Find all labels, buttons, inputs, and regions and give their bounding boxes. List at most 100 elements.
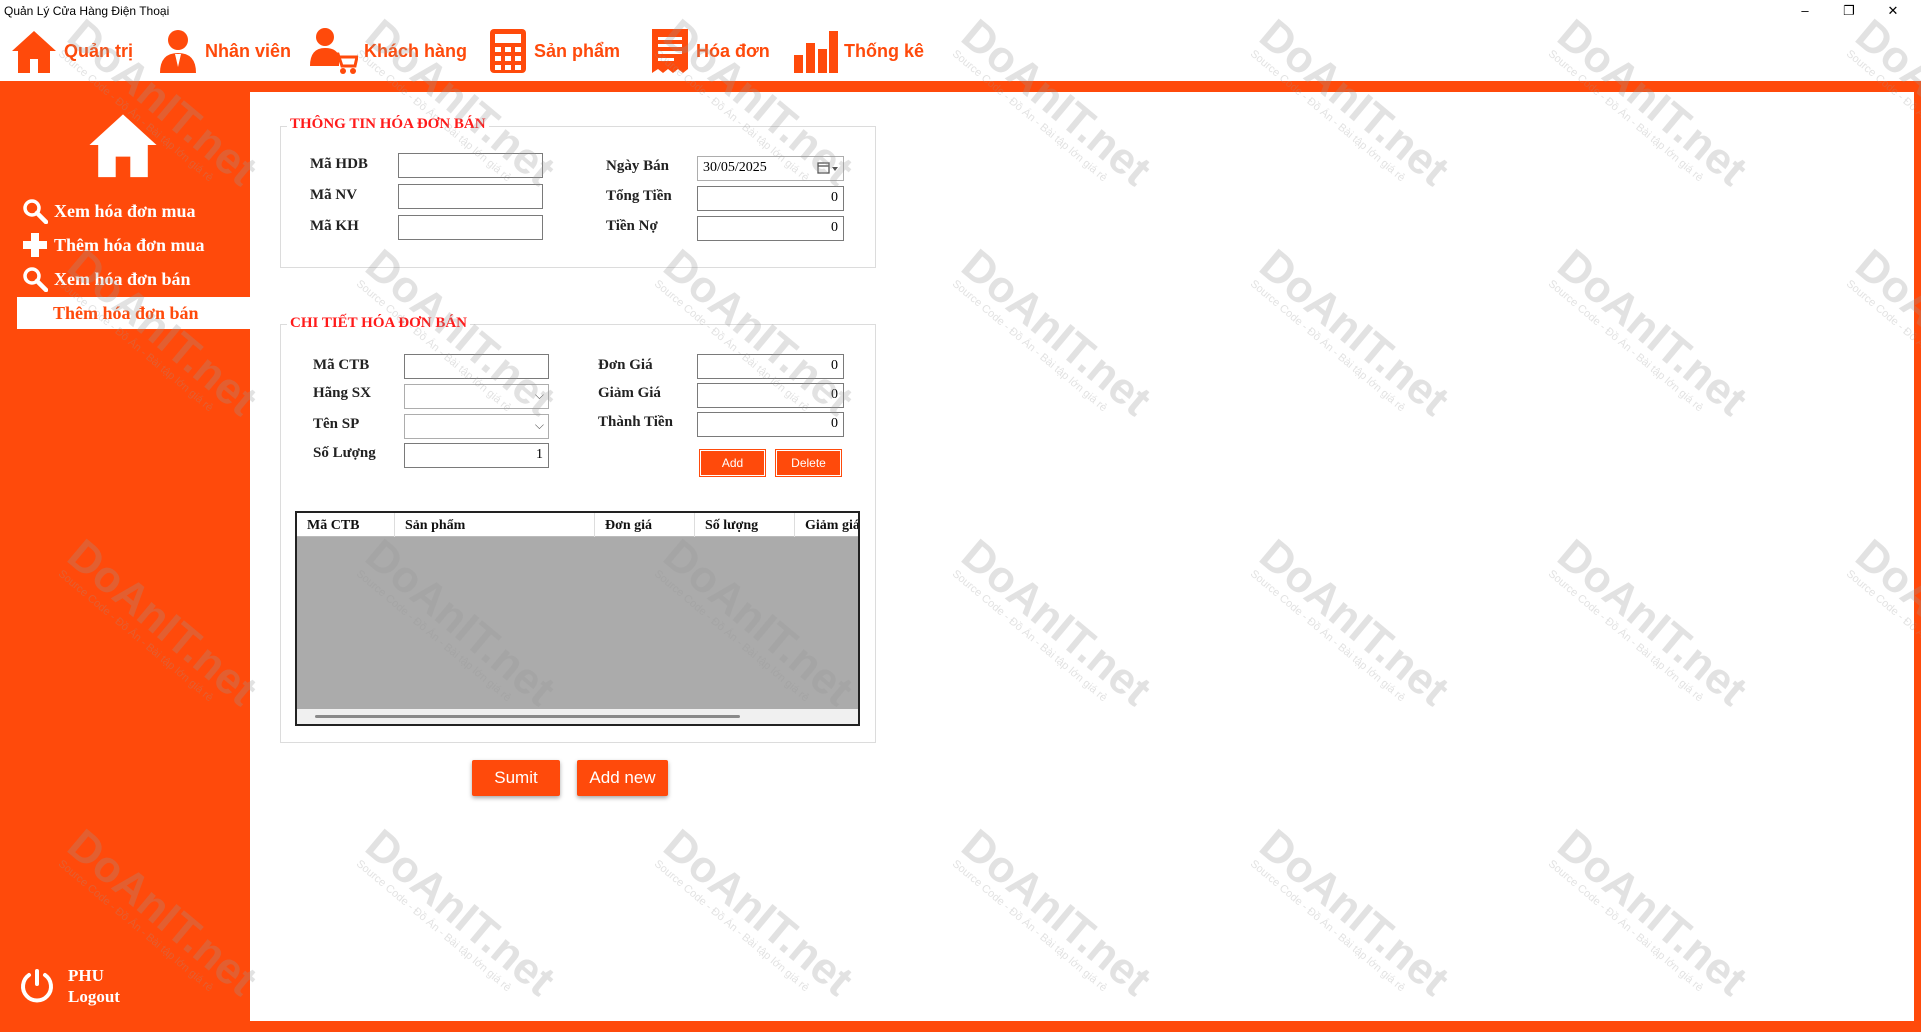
ngay-ban-datepicker[interactable]: 30/05/2025 bbox=[697, 156, 844, 181]
top-menu: Quản trị Nhân viên Khách hàng Sản phẩm H… bbox=[0, 22, 1921, 81]
menu-label: Quản trị bbox=[64, 40, 134, 61]
search-icon bbox=[23, 267, 48, 292]
delete-button[interactable]: Delete bbox=[776, 450, 841, 476]
grid-column-header[interactable]: Giảm giá bbox=[795, 513, 858, 537]
thanh-tien-field[interactable]: 0 bbox=[697, 412, 844, 437]
person-icon bbox=[160, 30, 196, 73]
calendar-dropdown-icon[interactable] bbox=[817, 162, 839, 175]
sidebar-item-label: Xem hóa đơn mua bbox=[54, 200, 196, 221]
ten-sp-label: Tên SP bbox=[313, 416, 360, 432]
chevron-down-icon: ⌵ bbox=[534, 418, 544, 432]
tien-no-label: Tiền Nợ bbox=[606, 218, 658, 234]
watermark-text: DoAnIT.net bbox=[952, 240, 1161, 426]
watermark: DoAnIT.netSource Code - Đồ Án - Bài tập … bbox=[1841, 240, 1921, 432]
giam-gia-field[interactable]: 0 bbox=[697, 383, 844, 408]
ma-hdb-field[interactable] bbox=[398, 153, 543, 178]
sidebar-item-xem-hoa-don-ban[interactable]: Xem hóa đơn bán bbox=[0, 263, 250, 295]
watermark-text: DoAnIT.net bbox=[1548, 240, 1757, 426]
customer-cart-icon bbox=[310, 28, 358, 74]
chevron-down-icon: ⌵ bbox=[534, 388, 544, 402]
sidebar-item-them-hoa-don-ban[interactable]: Thêm hóa đơn bán bbox=[17, 297, 250, 329]
menu-hoa-don[interactable]: Hóa đơn bbox=[650, 26, 770, 76]
window-title: Quản Lý Cửa Hàng Điện Thoại bbox=[4, 4, 170, 18]
watermark-subtext: Source Code - Đồ Án - Bài tập lớn giá rẻ bbox=[1247, 567, 1408, 705]
grid-horizontal-scrollbar[interactable] bbox=[297, 709, 858, 724]
sidebar-item-label: Xem hóa đơn bán bbox=[54, 268, 191, 289]
ma-ctb-field[interactable] bbox=[404, 354, 549, 379]
grid-body bbox=[297, 537, 858, 709]
grid-column-header[interactable]: Số lượng bbox=[695, 513, 795, 537]
grid-column-header[interactable]: Đơn giá bbox=[595, 513, 695, 537]
scrollbar-thumb[interactable] bbox=[315, 715, 740, 718]
logout-label: Logout bbox=[68, 987, 120, 1006]
logout-button[interactable]: PHU Logout bbox=[18, 965, 120, 1007]
sidebar-item-xem-hoa-don-mua[interactable]: Xem hóa đơn mua bbox=[0, 195, 250, 227]
menu-khach-hang[interactable]: Khách hàng bbox=[308, 26, 467, 76]
title-bar: Quản Lý Cửa Hàng Điện Thoại – ❐ ✕ bbox=[0, 0, 1921, 22]
plus-icon bbox=[23, 233, 47, 257]
watermark-subtext: Source Code - Đồ Án - Bài tập lớn giá rẻ bbox=[1545, 857, 1706, 995]
menu-label: Nhân viên bbox=[205, 40, 292, 61]
maximize-button[interactable]: ❐ bbox=[1834, 2, 1864, 20]
add-button[interactable]: Add bbox=[700, 450, 765, 476]
watermark-text: DoAnIT.net bbox=[1548, 820, 1757, 1006]
menu-san-pham[interactable]: Sản phẩm bbox=[488, 26, 620, 76]
minimize-button[interactable]: – bbox=[1790, 2, 1820, 20]
accent-border-right bbox=[1914, 92, 1921, 1032]
watermark: DoAnIT.netSource Code - Đồ Án - Bài tập … bbox=[947, 820, 1160, 1012]
ma-nv-field[interactable] bbox=[398, 184, 543, 209]
accent-border-bottom bbox=[250, 1021, 1921, 1032]
menu-quan-tri[interactable]: Quản trị bbox=[10, 26, 133, 76]
menu-label: Hóa đơn bbox=[696, 40, 770, 61]
watermark-subtext: Source Code - Đồ Án - Bài tập lớn giá rẻ bbox=[1545, 277, 1706, 415]
hang-sx-select[interactable]: ⌵ bbox=[404, 384, 549, 409]
hang-sx-label: Hãng SX bbox=[313, 385, 371, 401]
ma-nv-label: Mã NV bbox=[310, 187, 358, 203]
grid-column-header[interactable]: Mã CTB bbox=[297, 513, 395, 537]
calculator-icon bbox=[490, 29, 526, 73]
power-icon bbox=[21, 969, 53, 1003]
menu-label: Thống kê bbox=[844, 40, 924, 61]
so-luong-label: Số Lượng bbox=[313, 445, 376, 461]
watermark-subtext: Source Code - Đồ Án - Bài tập lớn giá rẻ bbox=[1843, 567, 1921, 704]
don-gia-field[interactable]: 0 bbox=[697, 354, 844, 379]
ngay-ban-label: Ngày Bán bbox=[606, 158, 669, 174]
watermark-subtext: Source Code - Đồ Án - Bài tập lớn giá rẻ bbox=[1247, 857, 1408, 995]
tong-tien-label: Tổng Tiền bbox=[606, 188, 672, 204]
watermark-text: DoAnIT.net bbox=[1250, 820, 1459, 1006]
watermark-text: DoAnIT.net bbox=[1250, 530, 1459, 716]
menu-nhan-vien[interactable]: Nhân viên bbox=[157, 26, 291, 76]
tong-tien-field[interactable]: 0 bbox=[697, 186, 844, 211]
detail-grid[interactable]: Mã CTB Sản phẩm Đơn giá Số lượng Giảm gi… bbox=[295, 511, 860, 726]
so-luong-field[interactable]: 1 bbox=[404, 443, 549, 468]
watermark-text: DoAnIT.net bbox=[1846, 240, 1921, 426]
ma-hdb-label: Mã HDB bbox=[310, 156, 368, 172]
watermark: DoAnIT.netSource Code - Đồ Án - Bài tập … bbox=[1245, 820, 1458, 1012]
watermark: DoAnIT.netSource Code - Đồ Án - Bài tập … bbox=[649, 820, 862, 1012]
watermark-text: DoAnIT.net bbox=[952, 530, 1161, 716]
ngay-ban-value: 30/05/2025 bbox=[703, 160, 767, 175]
watermark-text: DoAnIT.net bbox=[952, 820, 1161, 1006]
menu-label: Khách hàng bbox=[364, 40, 468, 61]
search-icon bbox=[23, 199, 48, 224]
watermark: DoAnIT.netSource Code - Đồ Án - Bài tập … bbox=[947, 530, 1160, 722]
menu-label: Sản phẩm bbox=[534, 40, 621, 61]
invoice-detail-title: CHI TIẾT HÓA ĐƠN BÁN bbox=[287, 315, 470, 332]
sidebar-item-them-hoa-don-mua[interactable]: Thêm hóa đơn mua bbox=[0, 229, 250, 261]
submit-button[interactable]: Sumit bbox=[472, 760, 560, 796]
tien-no-field[interactable]: 0 bbox=[697, 216, 844, 241]
ten-sp-select[interactable]: ⌵ bbox=[404, 414, 549, 439]
grid-column-header[interactable]: Sản phẩm bbox=[395, 513, 595, 537]
watermark: DoAnIT.netSource Code - Đồ Án - Bài tập … bbox=[1245, 240, 1458, 432]
watermark: DoAnIT.netSource Code - Đồ Án - Bài tập … bbox=[1543, 820, 1756, 1012]
menu-thong-ke[interactable]: Thống kê bbox=[792, 26, 924, 76]
sidebar-item-label: Thêm hóa đơn mua bbox=[54, 234, 205, 255]
watermark: DoAnIT.netSource Code - Đồ Án - Bài tập … bbox=[1841, 530, 1921, 722]
watermark-subtext: Source Code - Đồ Án - Bài tập lớn giá rẻ bbox=[949, 277, 1110, 415]
watermark-text: DoAnIT.net bbox=[356, 820, 565, 1006]
add-new-button[interactable]: Add new bbox=[577, 760, 668, 796]
sidebar: Xem hóa đơn mua Thêm hóa đơn mua Xem hóa… bbox=[0, 92, 250, 1032]
close-button[interactable]: ✕ bbox=[1878, 2, 1908, 20]
watermark-subtext: Source Code - Đồ Án - Bài tập lớn giá rẻ bbox=[949, 857, 1110, 995]
ma-kh-field[interactable] bbox=[398, 215, 543, 240]
